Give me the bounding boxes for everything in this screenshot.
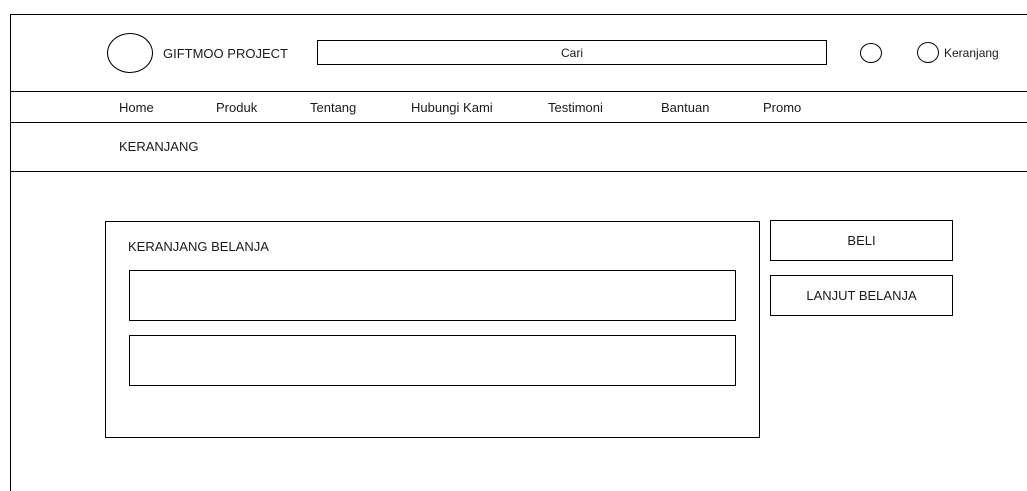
brand-name: GIFTMOO PROJECT (163, 46, 288, 61)
continue-shopping-button[interactable]: LANJUT BELANJA (770, 275, 953, 316)
continue-shopping-label: LANJUT BELANJA (806, 288, 917, 303)
nav-top-divider (10, 91, 1027, 92)
title-divider (10, 171, 1027, 172)
cart-item[interactable] (129, 335, 736, 386)
nav-bottom-divider (10, 122, 1027, 123)
page-title: KERANJANG (119, 139, 199, 154)
nav-bantuan[interactable]: Bantuan (661, 100, 709, 115)
nav-promo[interactable]: Promo (763, 100, 801, 115)
logo-icon (107, 33, 153, 73)
cart-heading: KERANJANG BELANJA (128, 239, 269, 254)
nav-home[interactable]: Home (119, 100, 154, 115)
search-input[interactable]: Cari (317, 40, 827, 65)
nav-hubungi-kami[interactable]: Hubungi Kami (411, 100, 493, 115)
nav-testimoni[interactable]: Testimoni (548, 100, 603, 115)
buy-button[interactable]: BELI (770, 220, 953, 261)
cart-panel: KERANJANG BELANJA (105, 221, 760, 438)
buy-button-label: BELI (847, 233, 876, 248)
cart-icon[interactable] (917, 42, 939, 63)
cart-item[interactable] (129, 270, 736, 321)
nav-tentang[interactable]: Tentang (310, 100, 356, 115)
user-icon[interactable] (860, 43, 882, 63)
nav-produk[interactable]: Produk (216, 100, 257, 115)
search-placeholder: Cari (560, 45, 583, 60)
cart-link[interactable]: Keranjang (944, 47, 999, 59)
